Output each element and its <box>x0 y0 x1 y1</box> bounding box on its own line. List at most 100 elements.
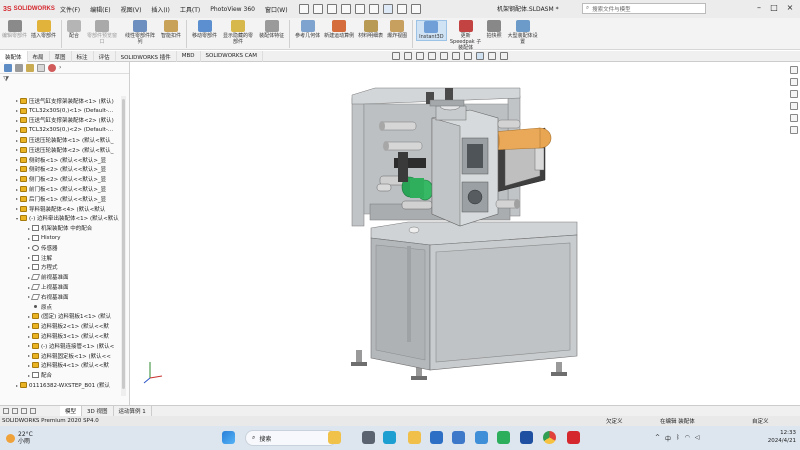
units-status[interactable]: 自定义 <box>752 417 769 425</box>
ribbon-button-1[interactable]: 插入零部件 <box>29 20 58 39</box>
tree-scrollbar[interactable] <box>121 96 126 396</box>
options-icon[interactable] <box>410 4 421 14</box>
hide-show-icon[interactable] <box>464 52 472 60</box>
ribbon-button-13[interactable]: Instant3D <box>416 20 447 41</box>
file-explorer-icon[interactable] <box>790 90 798 98</box>
feature-tree-icon[interactable] <box>4 63 12 72</box>
ribbon-button-7[interactable]: 显示隐藏的零部件 <box>219 20 257 45</box>
resources-icon[interactable] <box>790 66 798 74</box>
new-icon[interactable] <box>312 4 323 14</box>
last-tab-icon[interactable] <box>30 408 36 414</box>
ribbon-button-3[interactable]: 零部件预览窗口 <box>83 20 121 45</box>
tree-node[interactable]: ▸ (固定) 边料辊板1<1> (默认 <box>0 312 120 322</box>
display-manager-icon[interactable] <box>48 63 56 72</box>
ribbon-button-11[interactable]: 材料明细表 <box>356 20 385 39</box>
custom-properties-icon[interactable] <box>790 126 798 134</box>
clock[interactable]: 12:33 2024/4/21 <box>768 429 796 445</box>
menu-file[interactable]: 文件(F) <box>60 5 80 14</box>
ribbon-button-5[interactable]: 智能扣件 <box>159 20 183 39</box>
tree-node[interactable]: ▸ 边料辊板3<1> (默认<<默 <box>0 331 120 341</box>
menu-edit[interactable]: 编辑(E) <box>90 5 110 14</box>
appearance-icon[interactable] <box>476 52 484 60</box>
ribbon-button-15[interactable]: 拍快照 <box>485 20 504 39</box>
tree-filter[interactable]: ⧩ <box>0 74 129 85</box>
tree-node[interactable]: ▸ TCL32x30S(0,)<2> (Default-... <box>0 125 120 135</box>
tab-addins[interactable]: SOLIDWORKS 插件 <box>116 51 177 62</box>
volume-icon[interactable]: ◁ <box>695 434 700 443</box>
input-language[interactable]: 中 <box>665 434 671 443</box>
section-view-icon[interactable] <box>428 52 436 60</box>
tree-node[interactable]: ▸ 压送气缸支撑架装配体<2> (默认) <box>0 116 120 126</box>
wifi-icon[interactable]: ◠ <box>685 434 690 443</box>
tree-node[interactable]: 原点 <box>0 302 120 312</box>
explorer-icon[interactable] <box>408 431 421 444</box>
tab-markup[interactable]: 标注 <box>72 51 94 62</box>
ribbon-button-8[interactable]: 装配体特征 <box>257 20 286 39</box>
start-icon[interactable] <box>222 431 235 444</box>
tab-motion-study[interactable]: 运动算例 1 <box>114 406 152 416</box>
tree-node[interactable]: ▸ 压送气缸支撑架装配体<1> (默认) <box>0 96 120 106</box>
tree-node[interactable]: ▸ 导料辊装配体<4> (默认<默认 <box>0 204 120 214</box>
property-manager-icon[interactable] <box>15 63 23 72</box>
edge-icon[interactable] <box>383 431 396 444</box>
view-settings-icon[interactable] <box>500 52 508 60</box>
tree-node[interactable]: ▸ 右视基准面 <box>0 292 120 302</box>
previous-view-icon[interactable] <box>416 52 424 60</box>
dimxpert-icon[interactable] <box>37 63 45 72</box>
display-style-icon[interactable] <box>452 52 460 60</box>
weather-widget[interactable]: 22°C 小雨 <box>6 431 33 445</box>
tree-node[interactable]: ▸ 前门板<1> (默认<<默认>_显 <box>0 184 120 194</box>
tree-node[interactable]: ▸ 上视基准面 <box>0 282 120 292</box>
maximize-button[interactable]: □ <box>767 2 781 14</box>
store-icon[interactable] <box>452 431 465 444</box>
tree-node[interactable]: ▸ 机架装配体 中的配合 <box>0 223 120 233</box>
menu-insert[interactable]: 插入(I) <box>151 5 169 14</box>
home-icon[interactable] <box>298 4 309 14</box>
prev-tab-icon[interactable] <box>12 408 18 414</box>
ribbon-button-12[interactable]: 爆炸视图 <box>385 20 409 39</box>
tab-layout[interactable]: 布局 <box>28 51 50 62</box>
tree-node[interactable]: ▸ 注解 <box>0 253 120 263</box>
solidworks-taskbar-icon[interactable] <box>567 431 580 444</box>
tree-node[interactable]: ▾ (-) 边料牵出装配体<1> (默认<默认 <box>0 214 120 224</box>
ribbon-button-14[interactable]: 更新 Speedpak 子装配体 <box>447 20 485 51</box>
first-tab-icon[interactable] <box>3 408 9 414</box>
solidworks-logo[interactable]: 3S SOLIDWORKS <box>0 6 55 13</box>
tree-node[interactable]: ▸ 侧封板<2> (默认<<默认>_显 <box>0 165 120 175</box>
ribbon-button-9[interactable]: 参考几何体 <box>293 20 322 39</box>
tree-node[interactable]: ▸ 压送压轮装配体<1> (默认<默认_ <box>0 135 120 145</box>
select-icon[interactable] <box>382 4 393 14</box>
widgets-icon[interactable] <box>328 431 341 444</box>
menu-window[interactable]: 窗口(W) <box>265 5 288 14</box>
tree-node[interactable]: ▸ TCL32x30S(0,)<1> (Default-... <box>0 106 120 116</box>
ribbon-button-0[interactable]: 编辑零部件 <box>0 20 29 39</box>
tree-node[interactable]: ▸ History <box>0 233 120 243</box>
tab-assembly[interactable]: 装配体 <box>0 51 28 62</box>
tab-3d-views[interactable]: 3D 视图 <box>82 406 114 416</box>
tree-node[interactable]: ▸ 方程式 <box>0 263 120 273</box>
machine-model-view[interactable] <box>131 62 800 405</box>
print-icon[interactable] <box>354 4 365 14</box>
ribbon-button-10[interactable]: 新建运动算例 <box>322 20 356 39</box>
ribbon-button-4[interactable]: 线性零部件阵列 <box>121 20 159 45</box>
app-icon-dark[interactable] <box>520 431 533 444</box>
scene-icon[interactable] <box>488 52 496 60</box>
menu-photoview[interactable]: PhotoView 360 <box>210 6 255 13</box>
tray-chevron-icon[interactable]: ^ <box>655 434 660 443</box>
close-button[interactable]: × <box>783 2 797 14</box>
tree-node[interactable]: ▸ 传感器 <box>0 243 120 253</box>
scrollbar-thumb[interactable] <box>122 99 125 389</box>
tree-node[interactable]: ▸ 01116382-WXSTEP_B01 (默认 <box>0 380 120 390</box>
undo-icon[interactable] <box>368 4 379 14</box>
next-tab-icon[interactable] <box>21 408 27 414</box>
tree-node[interactable]: ▸ 边料辊板4<1> (默认<<默 <box>0 361 120 371</box>
bluetooth-icon[interactable]: ᛒ <box>676 434 680 443</box>
tab-evaluate[interactable]: 评估 <box>94 51 116 62</box>
zoom-fit-icon[interactable] <box>392 52 400 60</box>
tree-node[interactable]: ▸ 后门板<1> (默认<<默认>_显 <box>0 194 120 204</box>
tree-node[interactable]: ▸ (-) 边料辊连接管<1> (默认< <box>0 341 120 351</box>
design-library-icon[interactable] <box>790 78 798 86</box>
task-view-icon[interactable] <box>362 431 375 444</box>
mail-icon[interactable] <box>430 431 443 444</box>
app-icon-blue[interactable] <box>475 431 488 444</box>
